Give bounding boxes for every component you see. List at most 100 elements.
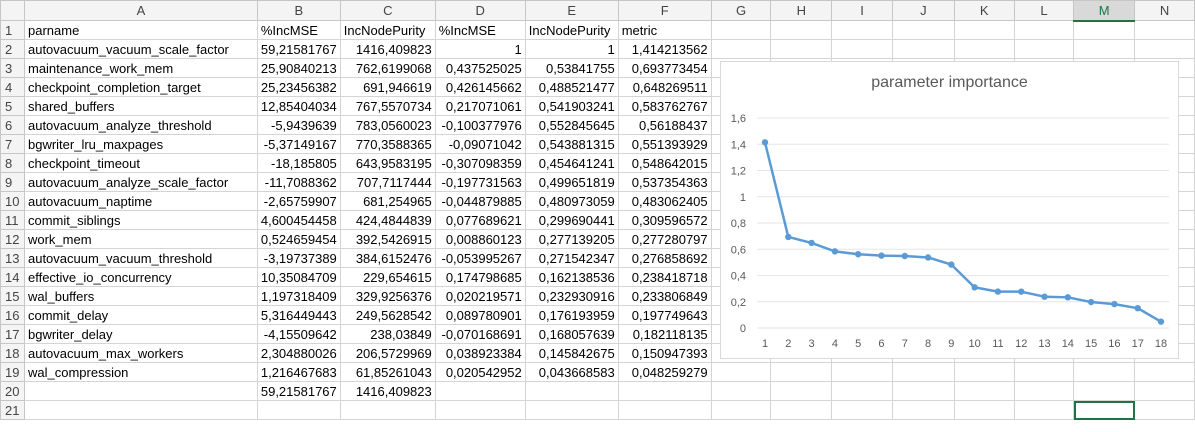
- cell-a1[interactable]: parname: [23, 20, 258, 40]
- cell-k2[interactable]: [953, 39, 1015, 59]
- cell-b1[interactable]: %IncMSE: [256, 20, 341, 40]
- data-point[interactable]: [1134, 304, 1141, 312]
- cell-b11[interactable]: 4,600454458: [256, 210, 341, 230]
- cell-e2[interactable]: 1: [524, 39, 619, 59]
- data-point[interactable]: [854, 251, 862, 258]
- cell-d8[interactable]: -0,307098359: [434, 153, 526, 173]
- cell-b20[interactable]: 59,21581767: [256, 381, 341, 401]
- data-point[interactable]: [1157, 318, 1165, 325]
- cell-f14[interactable]: 0,238418718: [617, 267, 712, 287]
- data-point[interactable]: [901, 252, 908, 260]
- cell-b17[interactable]: -4,15509642: [256, 324, 341, 344]
- cell-a6[interactable]: autovacuum_analyze_threshold: [23, 115, 258, 135]
- cell-k1[interactable]: [953, 20, 1015, 40]
- cell-h20[interactable]: [770, 381, 833, 401]
- cell-a15[interactable]: wal_buffers: [23, 286, 258, 306]
- row-header[interactable]: 10: [0, 191, 25, 211]
- cell-f16[interactable]: 0,197749643: [617, 305, 712, 325]
- cell-a12[interactable]: work_mem: [23, 229, 258, 249]
- column-header-l[interactable]: L: [1013, 0, 1075, 21]
- cell-d2[interactable]: 1: [434, 39, 526, 59]
- cell-e10[interactable]: 0,480973059: [524, 191, 619, 211]
- cell-f5[interactable]: 0,583762767: [617, 96, 712, 116]
- cell-a18[interactable]: autovacuum_max_workers: [23, 343, 258, 363]
- cell-b9[interactable]: -11,7088362: [256, 172, 341, 192]
- data-point[interactable]: [1018, 288, 1025, 295]
- row-header[interactable]: 19: [0, 362, 25, 382]
- cell-f9[interactable]: 0,537354363: [617, 172, 712, 192]
- cell-d13[interactable]: -0,053995267: [434, 248, 526, 268]
- cell-c20[interactable]: 1416,409823: [339, 381, 436, 401]
- cell-b3[interactable]: 25,90840213: [256, 58, 341, 78]
- cell-h21[interactable]: [770, 400, 833, 420]
- row-header[interactable]: 16: [0, 305, 25, 325]
- cell-d19[interactable]: 0,020542952: [434, 362, 526, 382]
- column-header-b[interactable]: B: [256, 0, 341, 21]
- cell-f4[interactable]: 0,648269511: [617, 77, 712, 97]
- cell-m20[interactable]: [1073, 381, 1136, 401]
- cell-e20[interactable]: [524, 381, 619, 401]
- data-point[interactable]: [1087, 298, 1095, 306]
- cell-d18[interactable]: 0,038923384: [434, 343, 526, 363]
- cell-c19[interactable]: 61,85261043: [339, 362, 436, 382]
- cell-n20[interactable]: [1134, 381, 1195, 401]
- column-header-a[interactable]: A: [23, 0, 258, 21]
- cell-d6[interactable]: -0,100377976: [434, 115, 526, 135]
- cell-k20[interactable]: [953, 381, 1015, 401]
- cell-b12[interactable]: 0,524659454: [256, 229, 341, 249]
- cell-e19[interactable]: 0,043668583: [524, 362, 619, 382]
- cell-e17[interactable]: 0,168057639: [524, 324, 619, 344]
- data-point[interactable]: [948, 261, 955, 268]
- cell-a19[interactable]: wal_compression: [23, 362, 258, 382]
- cell-f19[interactable]: 0,048259279: [617, 362, 712, 382]
- cell-e8[interactable]: 0,454641241: [524, 153, 619, 173]
- cell-g21[interactable]: [710, 400, 772, 420]
- cell-a5[interactable]: shared_buffers: [23, 96, 258, 116]
- cell-b14[interactable]: 10,35084709: [256, 267, 341, 287]
- cell-l20[interactable]: [1013, 381, 1075, 401]
- row-header[interactable]: 12: [0, 229, 25, 249]
- cell-d14[interactable]: 0,174798685: [434, 267, 526, 287]
- column-header-i[interactable]: I: [831, 0, 893, 21]
- cell-c17[interactable]: 238,03849: [339, 324, 436, 344]
- cell-c8[interactable]: 643,9583195: [339, 153, 436, 173]
- cell-a13[interactable]: autovacuum_vacuum_threshold: [23, 248, 258, 268]
- cell-j2[interactable]: [892, 39, 955, 59]
- cell-f8[interactable]: 0,548642015: [617, 153, 712, 173]
- cell-f21[interactable]: [617, 400, 712, 420]
- row-header[interactable]: 3: [0, 58, 25, 78]
- cell-j1[interactable]: [892, 20, 955, 40]
- cell-h2[interactable]: [770, 39, 833, 59]
- cell-f15[interactable]: 0,233806849: [617, 286, 712, 306]
- row-header[interactable]: 1: [0, 20, 25, 40]
- cell-f10[interactable]: 0,483062405: [617, 191, 712, 211]
- cell-c4[interactable]: 691,946619: [339, 77, 436, 97]
- row-header[interactable]: 7: [0, 134, 25, 154]
- cell-l2[interactable]: [1013, 39, 1075, 59]
- data-point[interactable]: [761, 139, 769, 146]
- cell-c15[interactable]: 329,9256376: [339, 286, 436, 306]
- cell-m21[interactable]: [1073, 400, 1136, 420]
- data-point[interactable]: [924, 254, 932, 261]
- cell-e4[interactable]: 0,488521477: [524, 77, 619, 97]
- data-point[interactable]: [994, 288, 1002, 295]
- cell-a3[interactable]: maintenance_work_mem: [23, 58, 258, 78]
- cell-e3[interactable]: 0,53841755: [524, 58, 619, 78]
- row-header[interactable]: 5: [0, 96, 25, 116]
- cell-c2[interactable]: 1416,409823: [339, 39, 436, 59]
- line-chart[interactable]: parameter importance 0 0,2 0,4 0,6 0,8 1 1,2 1,…: [720, 61, 1179, 359]
- cell-d21[interactable]: [434, 400, 526, 420]
- cell-g20[interactable]: [710, 381, 772, 401]
- cell-d3[interactable]: 0,437525025: [434, 58, 526, 78]
- cell-c7[interactable]: 770,3588365: [339, 134, 436, 154]
- cell-j21[interactable]: [892, 400, 955, 420]
- cell-k19[interactable]: [953, 362, 1015, 382]
- cell-d7[interactable]: -0,09071042: [434, 134, 526, 154]
- cell-a9[interactable]: autovacuum_analyze_scale_factor: [23, 172, 258, 192]
- column-header-c[interactable]: C: [339, 0, 436, 21]
- cell-l19[interactable]: [1013, 362, 1075, 382]
- cell-f12[interactable]: 0,277280797: [617, 229, 712, 249]
- cell-f1[interactable]: metric: [617, 20, 712, 40]
- cell-e9[interactable]: 0,499651819: [524, 172, 619, 192]
- cell-d5[interactable]: 0,217071061: [434, 96, 526, 116]
